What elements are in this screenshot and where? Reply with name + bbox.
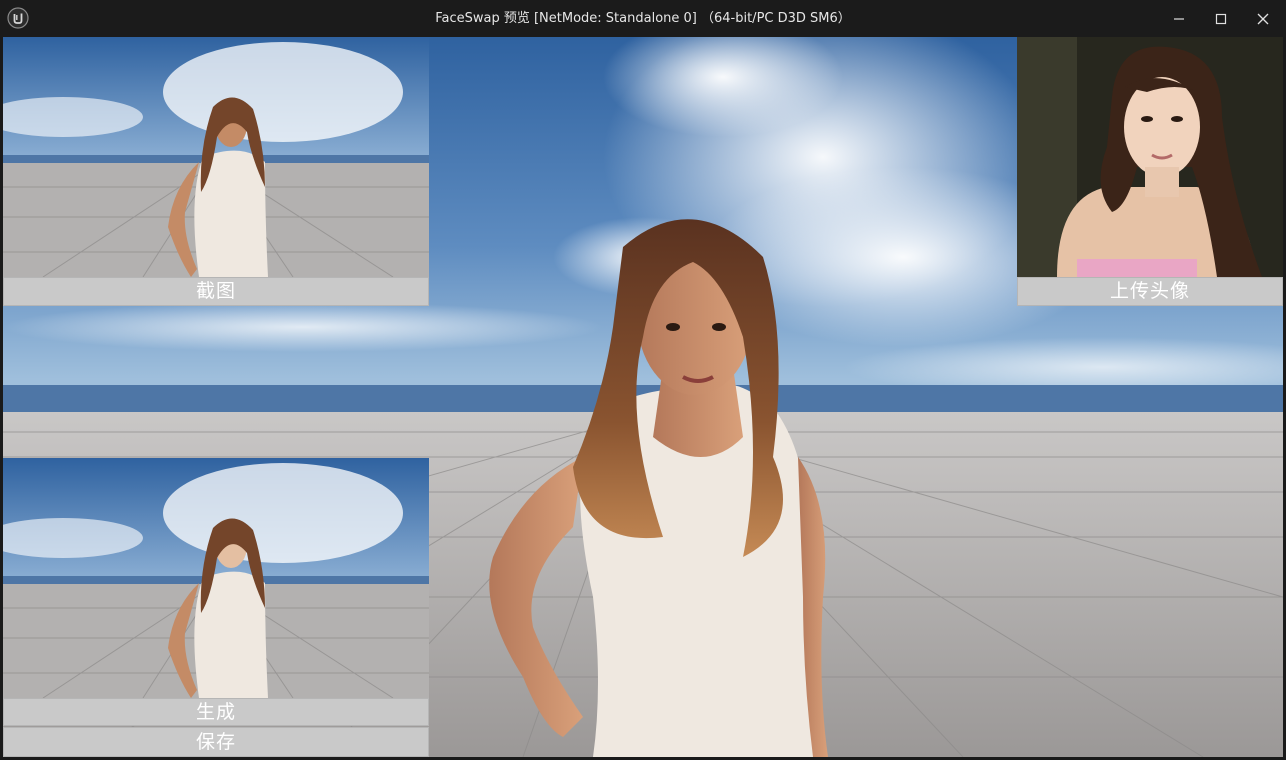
minimize-button[interactable] <box>1158 0 1200 37</box>
close-icon <box>1257 13 1269 24</box>
maximize-icon <box>1215 13 1227 24</box>
uploaded-avatar-photo <box>1017 37 1283 277</box>
window-title: FaceSwap 预览 [NetMode: Standalone 0] （64-… <box>435 11 851 26</box>
minimize-icon <box>1174 17 1184 20</box>
save-button[interactable]: 保存 <box>3 727 429 757</box>
close-button[interactable] <box>1242 0 1284 37</box>
maximize-button[interactable] <box>1200 0 1242 37</box>
captured-screenshot-thumbnail <box>3 37 429 277</box>
game-viewport[interactable]: 截图 上传头像 生成 保存 <box>3 37 1283 757</box>
screenshot-button[interactable]: 截图 <box>3 277 429 306</box>
generated-result-thumbnail <box>3 458 429 698</box>
upload-avatar-button[interactable]: 上传头像 <box>1017 277 1283 306</box>
title-bar: FaceSwap 预览 [NetMode: Standalone 0] （64-… <box>0 0 1286 37</box>
generate-button[interactable]: 生成 <box>3 698 429 726</box>
